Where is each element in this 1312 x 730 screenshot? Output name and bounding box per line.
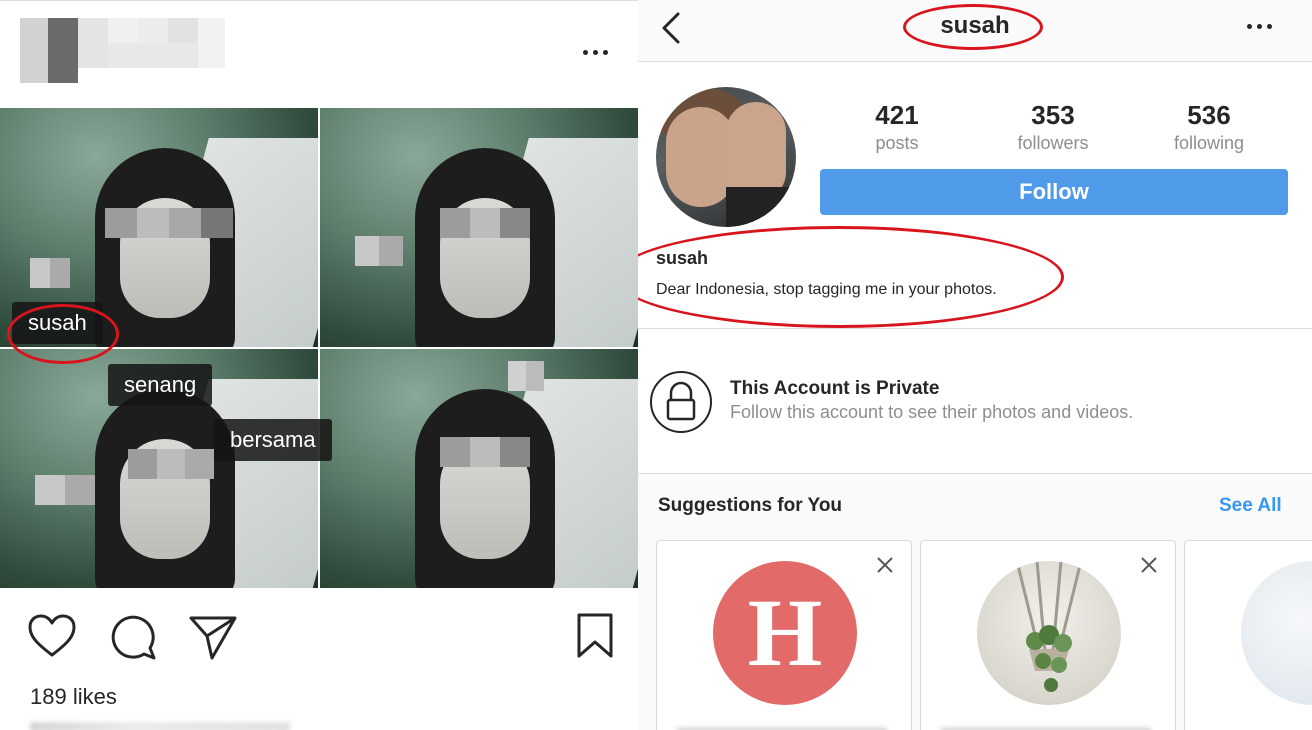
follow-button[interactable]: Follow — [820, 169, 1288, 215]
suggestion-avatar[interactable] — [1241, 561, 1312, 705]
close-icon[interactable] — [873, 553, 897, 577]
posts-label: posts — [875, 133, 919, 153]
top-divider — [0, 0, 638, 1]
post-action-bar — [0, 612, 638, 662]
user-tag-bersama[interactable]: bersama — [214, 419, 332, 461]
avatar[interactable] — [656, 87, 796, 227]
stat-posts[interactable]: 421 posts — [842, 100, 952, 154]
following-count: 536 — [1187, 100, 1231, 130]
profile-nav-bar: susah — [638, 0, 1312, 62]
post-options-icon[interactable] — [578, 40, 614, 64]
profile-username-title: susah — [940, 12, 1010, 39]
suggestion-card-partial[interactable] — [1184, 540, 1312, 730]
post-image-grid[interactable]: susah senang bersama — [0, 108, 638, 588]
see-all-link[interactable]: See All — [1219, 495, 1282, 517]
photo-tile — [320, 108, 638, 347]
bio-name: susah — [656, 248, 709, 268]
hanging-plant-icon[interactable] — [977, 561, 1121, 705]
caption-cut-off — [30, 722, 290, 730]
user-tag-susah[interactable]: susah — [12, 302, 103, 344]
more-options-icon[interactable] — [1244, 14, 1274, 38]
highlight-circle — [638, 226, 1064, 328]
posts-count: 421 — [875, 100, 919, 130]
followers-count: 353 — [1031, 100, 1075, 130]
suggestion-avatar[interactable]: H — [713, 561, 857, 705]
suggestions-title: Suggestions for You — [658, 495, 843, 516]
followers-label: followers — [1017, 133, 1089, 153]
paper-plane-icon[interactable] — [188, 612, 238, 662]
following-label: following — [1173, 133, 1245, 153]
bookmark-icon[interactable] — [572, 612, 622, 662]
private-account-subtitle: Follow this account to see their photos … — [730, 402, 1134, 422]
post-panel: susah senang bersama 189 likes — [0, 0, 638, 730]
heart-icon[interactable] — [27, 612, 77, 662]
private-account-title: This Account is Private — [730, 378, 940, 399]
divider — [638, 328, 1312, 329]
likes-count[interactable]: 189 likes — [30, 684, 117, 710]
blurred-post-author — [20, 18, 225, 83]
bio-text: Dear Indonesia, stop tagging me in your … — [656, 281, 997, 298]
suggestion-card[interactable] — [920, 540, 1176, 730]
stat-following[interactable]: 536 following — [1154, 100, 1264, 154]
photo-tile — [320, 349, 638, 588]
user-tag-senang[interactable]: senang — [108, 364, 213, 406]
suggestion-card[interactable]: H — [656, 540, 912, 730]
lock-icon — [650, 371, 712, 433]
close-icon[interactable] — [1137, 553, 1161, 577]
comment-icon[interactable] — [108, 612, 158, 662]
stat-followers[interactable]: 353 followers — [998, 100, 1108, 154]
profile-panel: susah 421 posts 353 followers 536 follow… — [638, 0, 1312, 730]
